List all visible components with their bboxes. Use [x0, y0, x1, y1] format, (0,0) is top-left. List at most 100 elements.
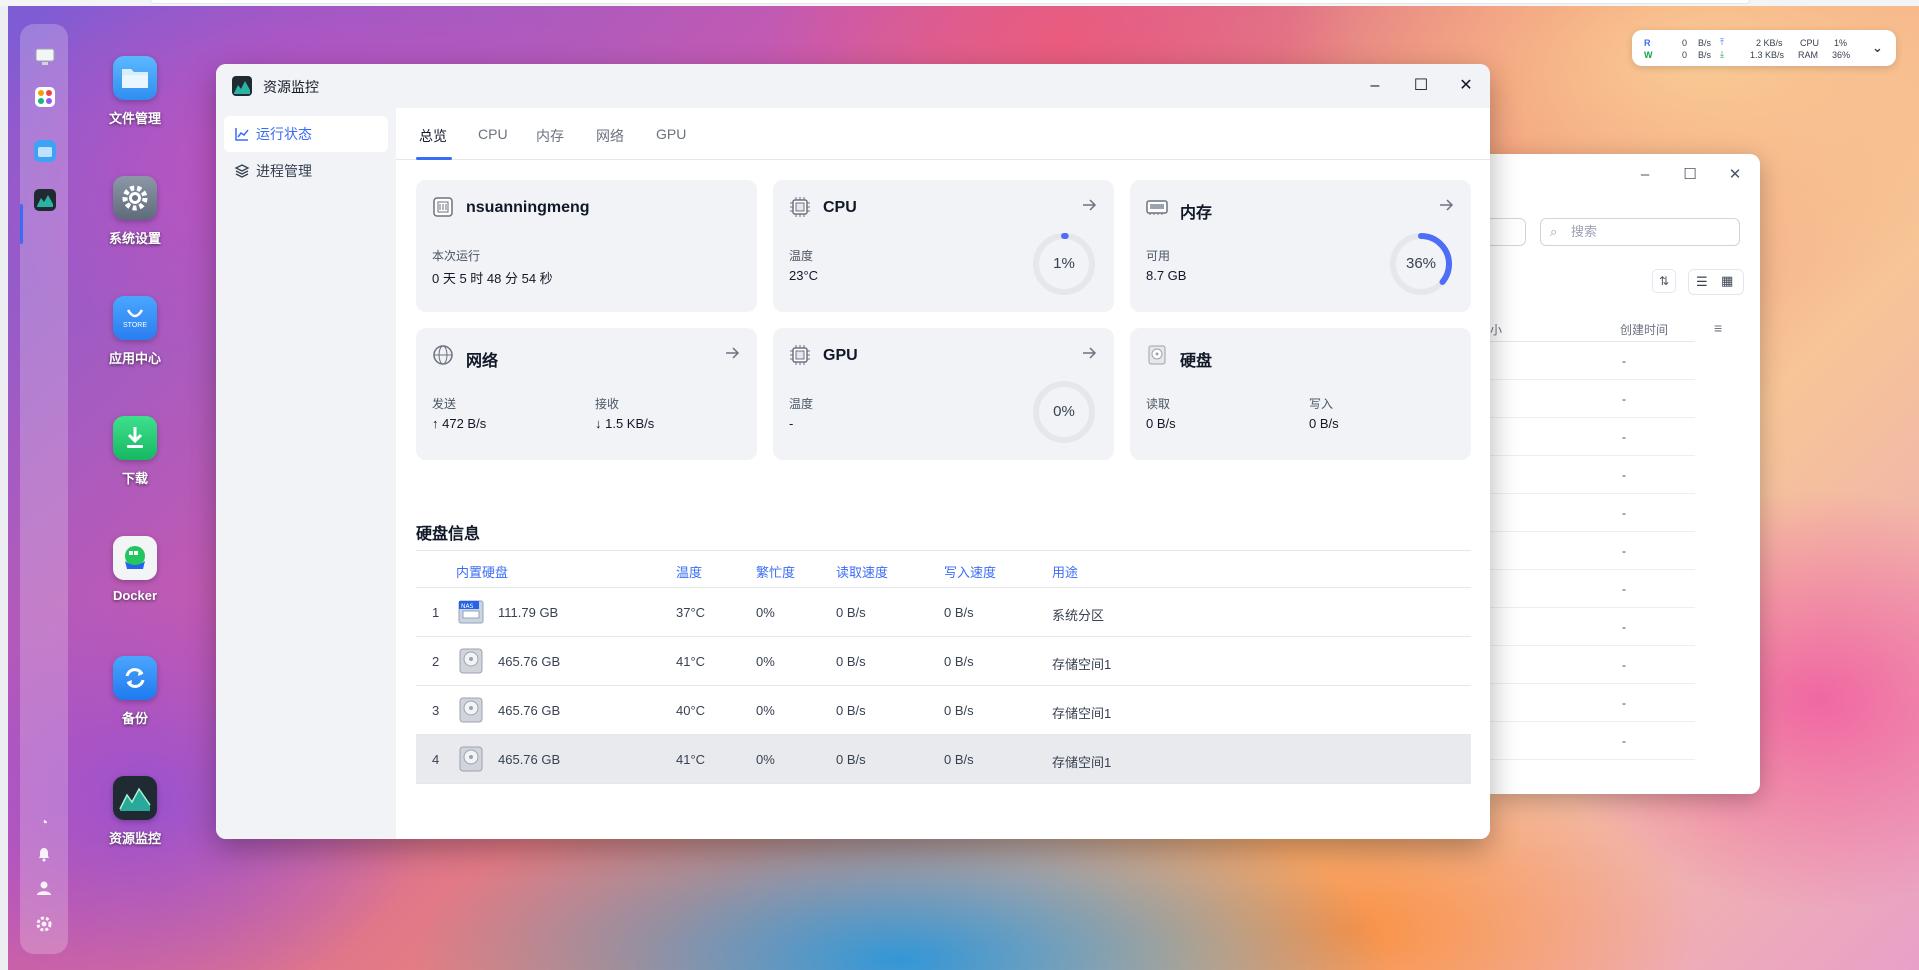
disk-busy: 0%	[756, 703, 775, 718]
chevron-down-icon[interactable]: ⌄	[1872, 40, 1883, 56]
ram-icon	[1146, 200, 1168, 215]
table-row[interactable]: -	[1490, 608, 1695, 646]
network-card[interactable]: 网络 发送 ↑ 472 B/s 接收 ↓ 1.5 KB/s	[416, 328, 757, 460]
column-settings-icon[interactable]: ≡	[1714, 320, 1722, 336]
gpu-usage-percent: 0%	[1053, 403, 1075, 420]
widget-down-value: 1.3 KB/s	[1750, 50, 1785, 60]
memory-card[interactable]: 内存 可用 8.7 GB 36%	[1130, 180, 1471, 312]
table-row[interactable]: -	[1490, 380, 1695, 418]
widget-ram-value: 36%	[1832, 50, 1851, 60]
network-send-label: 发送	[432, 397, 457, 411]
desktop-icon-app-center[interactable]: STORE 应用中心	[104, 296, 166, 367]
tab-gpu[interactable]: GPU	[656, 126, 686, 142]
dashboard-icon[interactable]: ◔	[34, 814, 54, 834]
arrow-right-icon[interactable]	[1080, 196, 1098, 214]
monitor-icon[interactable]	[32, 44, 58, 70]
maximize-icon[interactable]: ☐	[1681, 166, 1699, 184]
backup-sync-icon	[113, 656, 157, 700]
disk-usage: 存储空间1	[1052, 657, 1112, 672]
table-row[interactable]: 2 465.76 GB 41°C 0% 0 B/s 0 B/s 存储空间1	[416, 637, 1471, 686]
window-titlebar[interactable]: 资源监控 – ☐ ✕	[216, 64, 1490, 108]
gpu-chip-icon	[790, 345, 810, 365]
table-row[interactable]: -	[1490, 570, 1695, 608]
disk-read: 0 B/s	[836, 605, 866, 620]
sidebar-item-running-status[interactable]: 运行状态	[224, 116, 388, 152]
arrow-right-icon[interactable]	[1080, 344, 1098, 362]
view-toggle[interactable]: ☰ ▦	[1688, 269, 1744, 295]
system-stats-widget[interactable]: R W 0 B/s 0 B/s ⤒ ⤓ 2 KB/s 1.3 KB/s CPU …	[1632, 30, 1896, 66]
maximize-icon[interactable]: ☐	[1409, 74, 1433, 98]
disk-read-label: 读取	[1146, 397, 1171, 411]
desktop-icon-settings[interactable]: 系统设置	[104, 176, 166, 247]
table-row[interactable]: 4 465.76 GB 41°C 0% 0 B/s 0 B/s 存储空间1	[416, 735, 1471, 784]
tab-cpu[interactable]: CPU	[478, 126, 508, 142]
disk-read: 0 B/s	[836, 752, 866, 767]
desktop-icon-download[interactable]: 下载	[104, 416, 166, 487]
resource-monitor-dock-icon[interactable]	[32, 187, 58, 213]
column-created-time[interactable]: 创建时间	[1620, 321, 1668, 338]
disk-read-value: 0 B/s	[1146, 416, 1176, 431]
store-icon: STORE	[113, 296, 157, 340]
disk-index: 4	[432, 752, 440, 767]
main-content: 总览 CPU 内存 网络 GPU nsuanningmeng 本次运行 0 天 …	[396, 108, 1490, 839]
table-header: 小 创建时间	[1490, 314, 1695, 342]
resource-monitor-icon	[113, 776, 157, 820]
close-icon[interactable]: ✕	[1454, 74, 1478, 98]
store-badge: STORE	[123, 321, 147, 329]
sidebar-item-process-manager[interactable]: 进程管理	[224, 153, 388, 189]
tab-memory[interactable]: 内存	[536, 126, 564, 146]
network-recv-label: 接收	[595, 397, 620, 411]
cpu-temp-value: 23°C	[789, 268, 819, 283]
table-row[interactable]: -	[1490, 684, 1695, 722]
table-row[interactable]: -	[1490, 342, 1695, 380]
table-row[interactable]: -	[1490, 418, 1695, 456]
disk-temp: 40°C	[676, 703, 706, 718]
desktop-icon-backup[interactable]: 备份	[104, 656, 166, 727]
disk-index: 3	[432, 703, 440, 718]
table-row[interactable]: 3 465.76 GB 40°C 0% 0 B/s 0 B/s 存储空间1	[416, 686, 1471, 735]
bell-icon[interactable]	[34, 846, 54, 866]
disk-busy: 0%	[756, 654, 775, 669]
disk-index: 1	[432, 605, 440, 620]
memory-usage-percent: 36%	[1405, 255, 1437, 272]
user-icon[interactable]	[34, 880, 54, 900]
desktop-icon-docker[interactable]: Docker	[104, 536, 166, 603]
gpu-card[interactable]: GPU 温度 - 0%	[773, 328, 1114, 460]
partial-input[interactable]	[1490, 218, 1526, 246]
hdd-icon	[459, 648, 483, 674]
desktop-icon-resource-monitor[interactable]: 资源监控	[104, 776, 166, 847]
list-view-icon[interactable]: ☰	[1696, 274, 1708, 290]
tab-overview[interactable]: 总览	[419, 126, 447, 146]
disk-usage: 系统分区	[1052, 608, 1105, 623]
cpu-card-title: CPU	[823, 199, 857, 216]
cpu-usage-percent: 1%	[1053, 255, 1075, 272]
upload-arrow-icon: ⤒	[1720, 37, 1724, 47]
grid-view-icon[interactable]: ▦	[1721, 273, 1733, 289]
close-icon[interactable]: ✕	[1726, 166, 1744, 184]
apps-grid-icon[interactable]	[32, 84, 58, 110]
search-input[interactable]: ⌕ 搜索	[1540, 218, 1740, 246]
sort-icon[interactable]: ⇅	[1652, 269, 1676, 293]
widget-r-unit: B/s	[1698, 38, 1712, 48]
table-row[interactable]: -	[1490, 494, 1695, 532]
arrow-right-icon[interactable]	[723, 344, 741, 362]
minimize-icon[interactable]: –	[1363, 74, 1387, 98]
tab-network[interactable]: 网络	[596, 126, 624, 146]
table-row[interactable]: -	[1490, 646, 1695, 684]
gear-icon[interactable]	[34, 916, 54, 936]
cpu-card[interactable]: CPU 温度 23°C 1%	[773, 180, 1114, 312]
download-arrow-icon: ⤓	[1720, 49, 1724, 59]
arrow-right-icon[interactable]	[1437, 196, 1455, 214]
disk-write: 0 B/s	[944, 654, 974, 669]
table-row[interactable]: -	[1490, 532, 1695, 570]
disk-card: 硬盘 读取 0 B/s 写入 0 B/s	[1130, 328, 1471, 460]
table-row[interactable]: -	[1490, 456, 1695, 494]
file-manager-dock-icon[interactable]	[32, 138, 58, 164]
disk-card-title: 硬盘	[1180, 353, 1213, 370]
desktop-icon-file-manager[interactable]: 文件管理	[104, 56, 166, 127]
table-row[interactable]: -	[1490, 722, 1695, 760]
column-busy: 繁忙度	[756, 565, 796, 580]
table-row[interactable]: 1 NAS 111.79 GB 37°C 0% 0 B/s 0 B/s 系统分区	[416, 588, 1471, 637]
minimize-icon[interactable]: –	[1636, 166, 1654, 184]
sidebar: 运行状态 进程管理	[216, 108, 396, 839]
